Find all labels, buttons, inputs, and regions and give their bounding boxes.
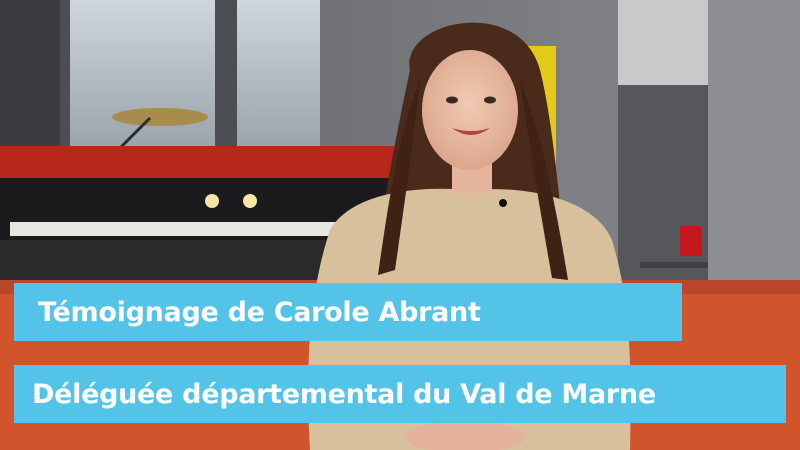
lapel-microphone xyxy=(499,199,507,207)
piano-top xyxy=(0,146,420,178)
caption-role-banner: Déléguée départemental du Val de Marne xyxy=(14,365,786,423)
red-mug xyxy=(680,226,702,256)
caption-role-text: Déléguée départemental du Val de Marne xyxy=(32,378,656,410)
face xyxy=(422,50,518,170)
caption-name-text: Témoignage de Carole Abrant xyxy=(38,296,481,328)
caption-name-banner: Témoignage de Carole Abrant xyxy=(14,283,682,341)
cymbal xyxy=(112,108,208,126)
window xyxy=(60,0,320,150)
